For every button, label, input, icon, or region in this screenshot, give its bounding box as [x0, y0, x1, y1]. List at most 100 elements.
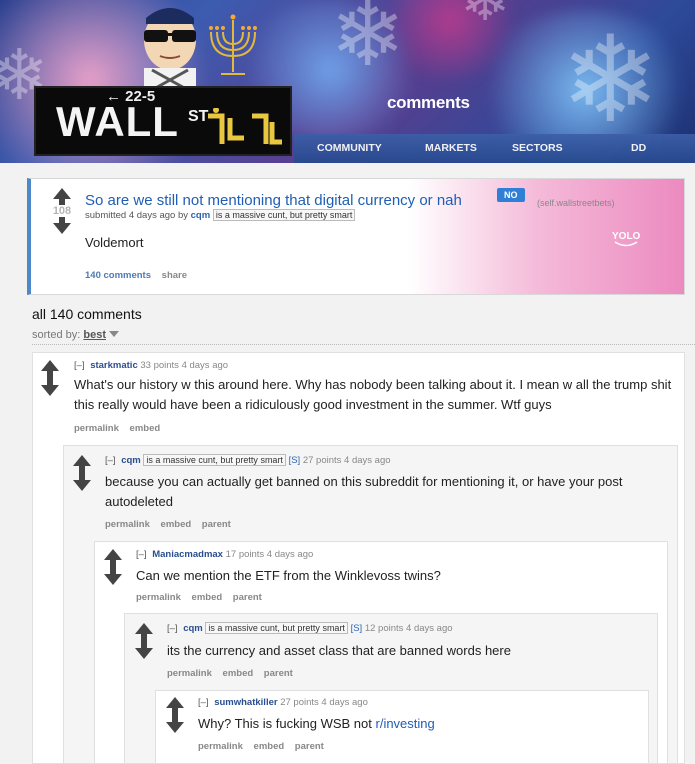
- upvote-arrow-icon[interactable]: [135, 623, 153, 634]
- comment-meta: 12 points 4 days ago: [364, 623, 453, 634]
- comment-vote: [135, 623, 153, 659]
- comment-vote: [73, 455, 91, 491]
- svg-text:YOLO: YOLO: [612, 231, 641, 242]
- subreddit-logo[interactable]: ← 22-5 WALL ST: [34, 86, 292, 156]
- sort-dropdown[interactable]: best: [83, 329, 106, 341]
- permalink-button[interactable]: permalink: [74, 423, 119, 434]
- comment-body: its the currency and asset class that ar…: [167, 643, 511, 658]
- permalink-button[interactable]: permalink: [198, 741, 243, 752]
- embed-button[interactable]: embed: [223, 668, 254, 679]
- comment-vote: [104, 549, 122, 585]
- collapse-toggle[interactable]: [–]: [74, 360, 85, 371]
- comment-buttons: permalink embed parent: [105, 519, 239, 530]
- snowflake-decoration: ❄: [460, 0, 510, 30]
- upvote-arrow-icon[interactable]: [104, 549, 122, 560]
- comment-author-link[interactable]: cqm: [121, 455, 141, 466]
- collapse-toggle[interactable]: [–]: [167, 623, 178, 634]
- post-buttons: 140 comments share: [85, 270, 195, 281]
- post-tagline: submitted 4 days ago by cqm is a massive…: [85, 209, 356, 221]
- user-flair: is a massive cunt, but pretty smart: [212, 209, 356, 221]
- sort-selector: sorted by: best: [32, 329, 119, 341]
- upvote-arrow-icon[interactable]: [53, 188, 71, 199]
- post-author-link[interactable]: cqm: [191, 210, 211, 221]
- post-body-text: Voldemort: [85, 235, 144, 250]
- downvote-arrow-icon[interactable]: [73, 480, 91, 491]
- upvote-arrow-icon[interactable]: [73, 455, 91, 466]
- comment-tagline: [–] cqm is a massive cunt, but pretty sm…: [167, 622, 453, 634]
- comment-vote: [166, 697, 184, 733]
- post-domain[interactable]: (self.wallstreetbets): [537, 198, 615, 208]
- tab-dd[interactable]: DD: [631, 142, 646, 154]
- collapse-toggle[interactable]: [–]: [198, 697, 209, 708]
- permalink-button[interactable]: permalink: [105, 519, 150, 530]
- post-time: 4 days ago: [128, 210, 176, 221]
- comment-meta: 17 points 4 days ago: [225, 549, 314, 560]
- comment-body: because you can actually get banned on t…: [105, 474, 623, 509]
- downvote-arrow-icon[interactable]: [135, 648, 153, 659]
- comment-buttons: permalink embed parent: [136, 592, 270, 603]
- permalink-button[interactable]: permalink: [136, 592, 181, 603]
- comment-author-link[interactable]: sumwhatkiller: [214, 697, 277, 708]
- downvote-arrow-icon[interactable]: [104, 574, 122, 585]
- embed-button[interactable]: embed: [130, 423, 161, 434]
- tab-sectors[interactable]: SECTORS: [512, 142, 563, 154]
- comment-tagline: [–] cqm is a massive cunt, but pretty sm…: [105, 454, 391, 466]
- post-title-link[interactable]: So are we still not mentioning that digi…: [85, 192, 462, 209]
- embed-button[interactable]: embed: [161, 519, 192, 530]
- subreddit-header: ❄ ❄ ❄ ❄ ← 22-5 WALL ST: [0, 0, 695, 163]
- comment-body: What's our history w this around here. W…: [74, 377, 672, 412]
- yolo-face-icon: YOLO: [612, 231, 641, 247]
- post-score: 108: [52, 205, 72, 217]
- divider: [32, 344, 695, 345]
- comment-author-link[interactable]: Maniacmadmax: [152, 549, 223, 560]
- comment-tagline: [–] sumwhatkiller 27 points 4 days ago: [198, 697, 368, 708]
- menorah-icon: [209, 14, 257, 75]
- downvote-arrow-icon[interactable]: [53, 223, 71, 234]
- user-flair: is a massive cunt, but pretty smart: [205, 622, 348, 634]
- downvote-arrow-icon[interactable]: [41, 385, 59, 396]
- link-flair-badge: NO: [497, 188, 525, 202]
- upvote-arrow-icon[interactable]: [41, 360, 59, 371]
- collapse-toggle[interactable]: [–]: [105, 455, 116, 466]
- comment-body: Why? This is fucking WSB not r/investing: [198, 716, 435, 731]
- user-flair: is a massive cunt, but pretty smart: [143, 454, 286, 466]
- submitter-tag: [S]: [288, 455, 301, 466]
- tab-community[interactable]: COMMUNITY: [317, 142, 382, 154]
- parent-button[interactable]: parent: [295, 741, 324, 752]
- dreidel-logo-icon: [208, 108, 282, 145]
- comment-vote: [41, 360, 59, 396]
- parent-button[interactable]: parent: [264, 668, 293, 679]
- embed-button[interactable]: embed: [192, 592, 223, 603]
- post-container: 108 So are we still not mentioning that …: [27, 178, 685, 295]
- embed-button[interactable]: embed: [254, 741, 285, 752]
- snowflake-decoration: ❄: [560, 13, 661, 147]
- collapse-toggle[interactable]: [–]: [136, 549, 147, 560]
- mascot-icon: [144, 8, 196, 95]
- comment-buttons: permalink embed: [74, 423, 168, 434]
- submitter-tag: [S]: [350, 623, 363, 634]
- share-button[interactable]: share: [162, 270, 187, 281]
- upvote-arrow-icon[interactable]: [166, 697, 184, 708]
- subreddit-link[interactable]: r/investing: [376, 716, 435, 731]
- parent-button[interactable]: parent: [202, 519, 231, 530]
- comments-link[interactable]: 140 comments: [85, 270, 151, 281]
- post-vote: 108: [53, 188, 71, 234]
- comment-buttons: permalink embed parent: [198, 741, 332, 752]
- comment-meta: 33 points 4 days ago: [140, 360, 229, 371]
- parent-button[interactable]: parent: [233, 592, 262, 603]
- subreddit-page-title: comments: [387, 93, 470, 112]
- chevron-down-icon[interactable]: [109, 331, 119, 337]
- comment-meta: 27 points 4 days ago: [302, 455, 391, 466]
- comment-author-link[interactable]: starkmatic: [90, 360, 138, 371]
- comment-author-link[interactable]: cqm: [183, 623, 203, 634]
- logo-wall-text: WALL: [56, 98, 179, 145]
- comment-buttons: permalink embed parent: [167, 668, 301, 679]
- downvote-arrow-icon[interactable]: [166, 722, 184, 733]
- comment-tagline: [–] starkmatic 33 points 4 days ago: [74, 360, 228, 371]
- snowflake-decoration: ❄: [330, 0, 406, 85]
- comment-area-heading: all 140 comments: [32, 306, 142, 322]
- subreddit-tabs: COMMUNITY MARKETS SECTORS DD: [294, 134, 695, 163]
- tab-markets[interactable]: MARKETS: [425, 142, 477, 154]
- permalink-button[interactable]: permalink: [167, 668, 212, 679]
- comment-body: Can we mention the ETF from the Winklevo…: [136, 568, 441, 583]
